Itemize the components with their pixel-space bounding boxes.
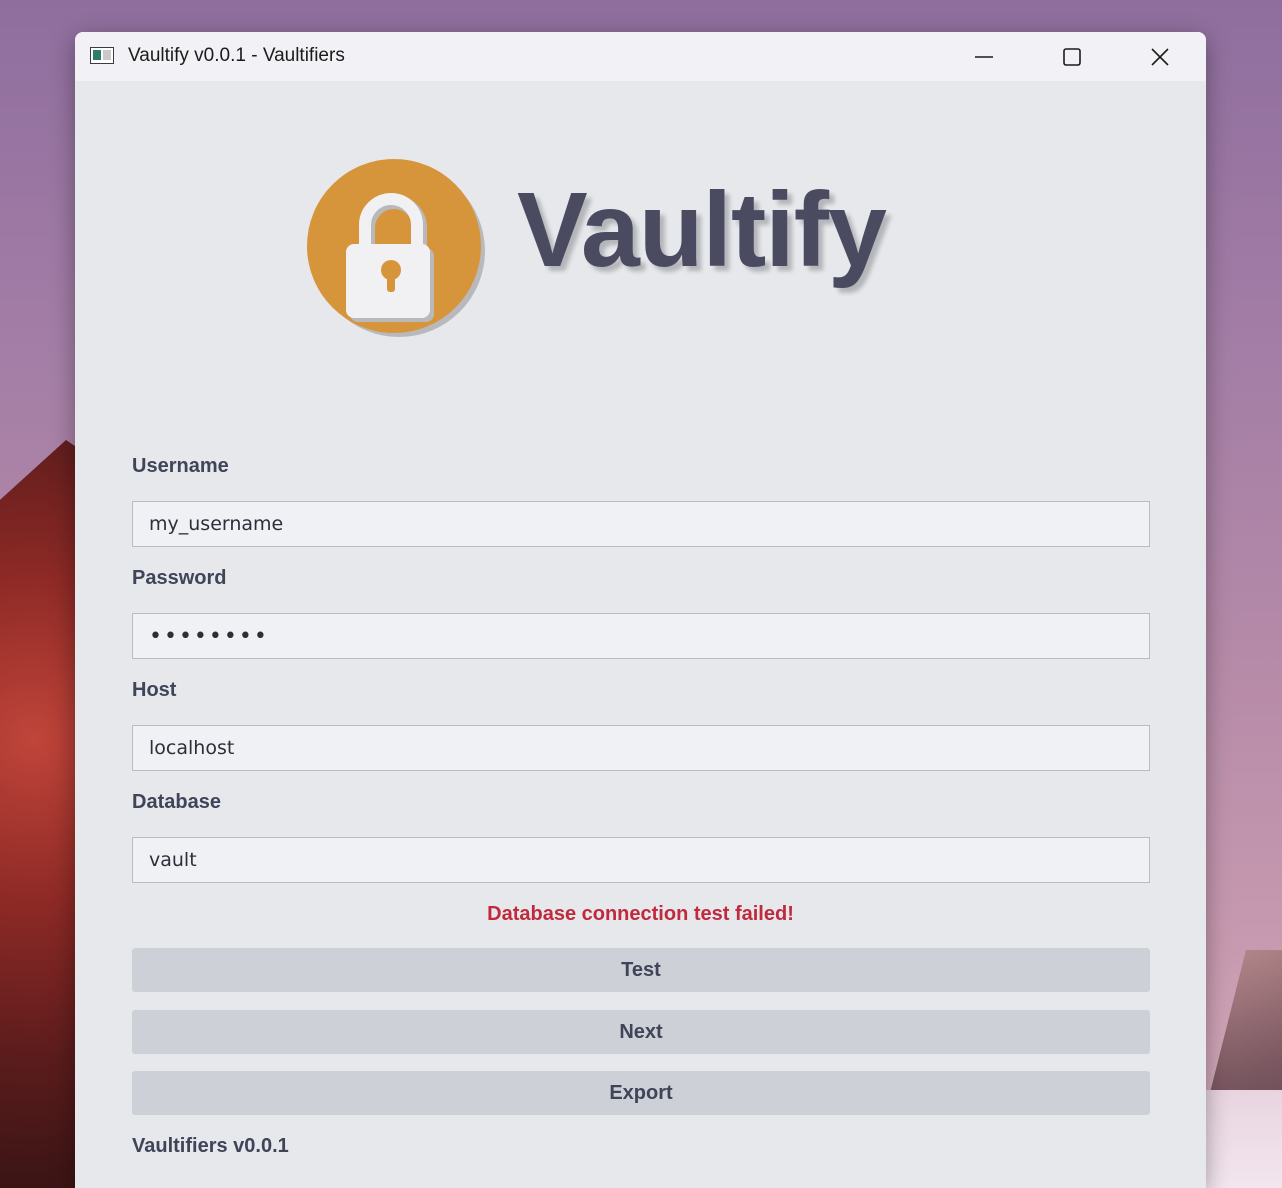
maximize-icon [1063,47,1081,66]
close-button[interactable] [1116,32,1204,81]
test-button[interactable]: Test [132,948,1150,992]
host-label: Host [132,679,177,701]
connection-error-message: Database connection test failed! [487,903,794,925]
title-bar[interactable]: Vaultify v0.0.1 - Vaultifiers [75,32,1206,81]
brand-name: Vaultify [517,171,887,289]
maximize-button[interactable] [1028,32,1116,81]
database-label: Database [132,791,221,813]
window-title: Vaultify v0.0.1 - Vaultifiers [128,45,345,66]
next-button[interactable]: Next [132,1010,1150,1054]
host-input[interactable] [132,725,1150,771]
minimize-button[interactable] [940,32,1028,81]
username-label: Username [132,455,229,477]
export-button[interactable]: Export [132,1071,1150,1115]
footer-version: Vaultifiers v0.0.1 [132,1135,289,1157]
password-input[interactable] [132,613,1150,659]
password-label: Password [132,567,227,589]
padlock-icon [307,159,485,337]
close-icon [1151,47,1169,66]
minimize-icon [975,55,993,58]
database-input[interactable] [132,837,1150,883]
app-window: Vaultify v0.0.1 - Vaultifiers Vaultify U… [75,32,1206,1188]
app-window-icon [90,47,114,64]
username-input[interactable] [132,501,1150,547]
